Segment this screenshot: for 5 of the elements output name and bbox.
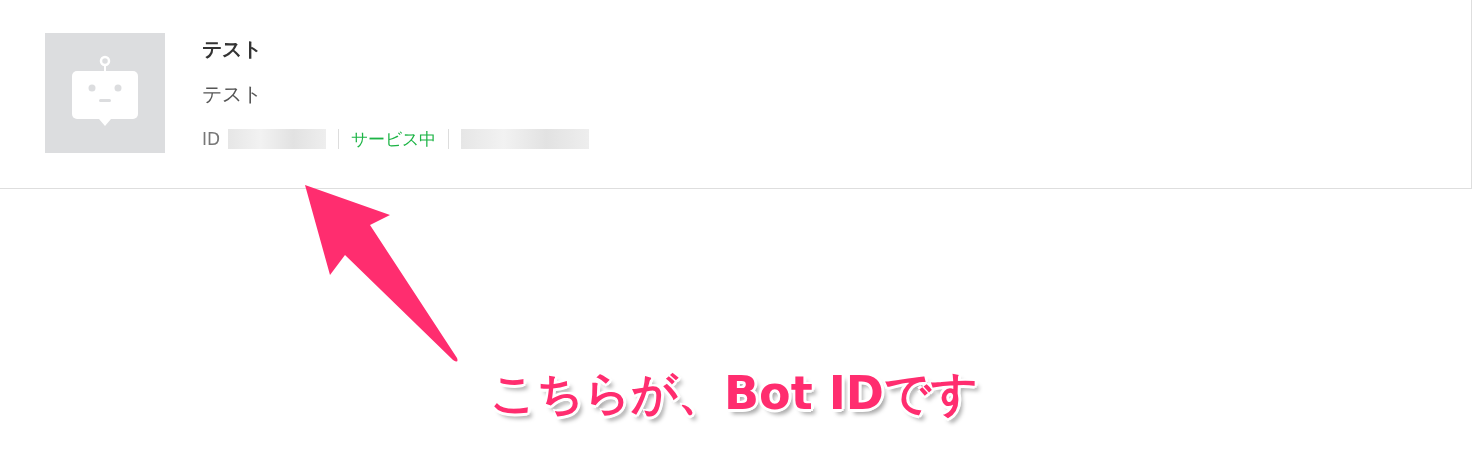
annotation-text: こちらが、Bot IDです: [490, 366, 978, 422]
bot-name: テスト: [202, 39, 263, 59]
id-label: ID: [202, 130, 221, 148]
status-label: サービス中: [351, 130, 437, 148]
bot-description: テスト: [202, 84, 263, 104]
